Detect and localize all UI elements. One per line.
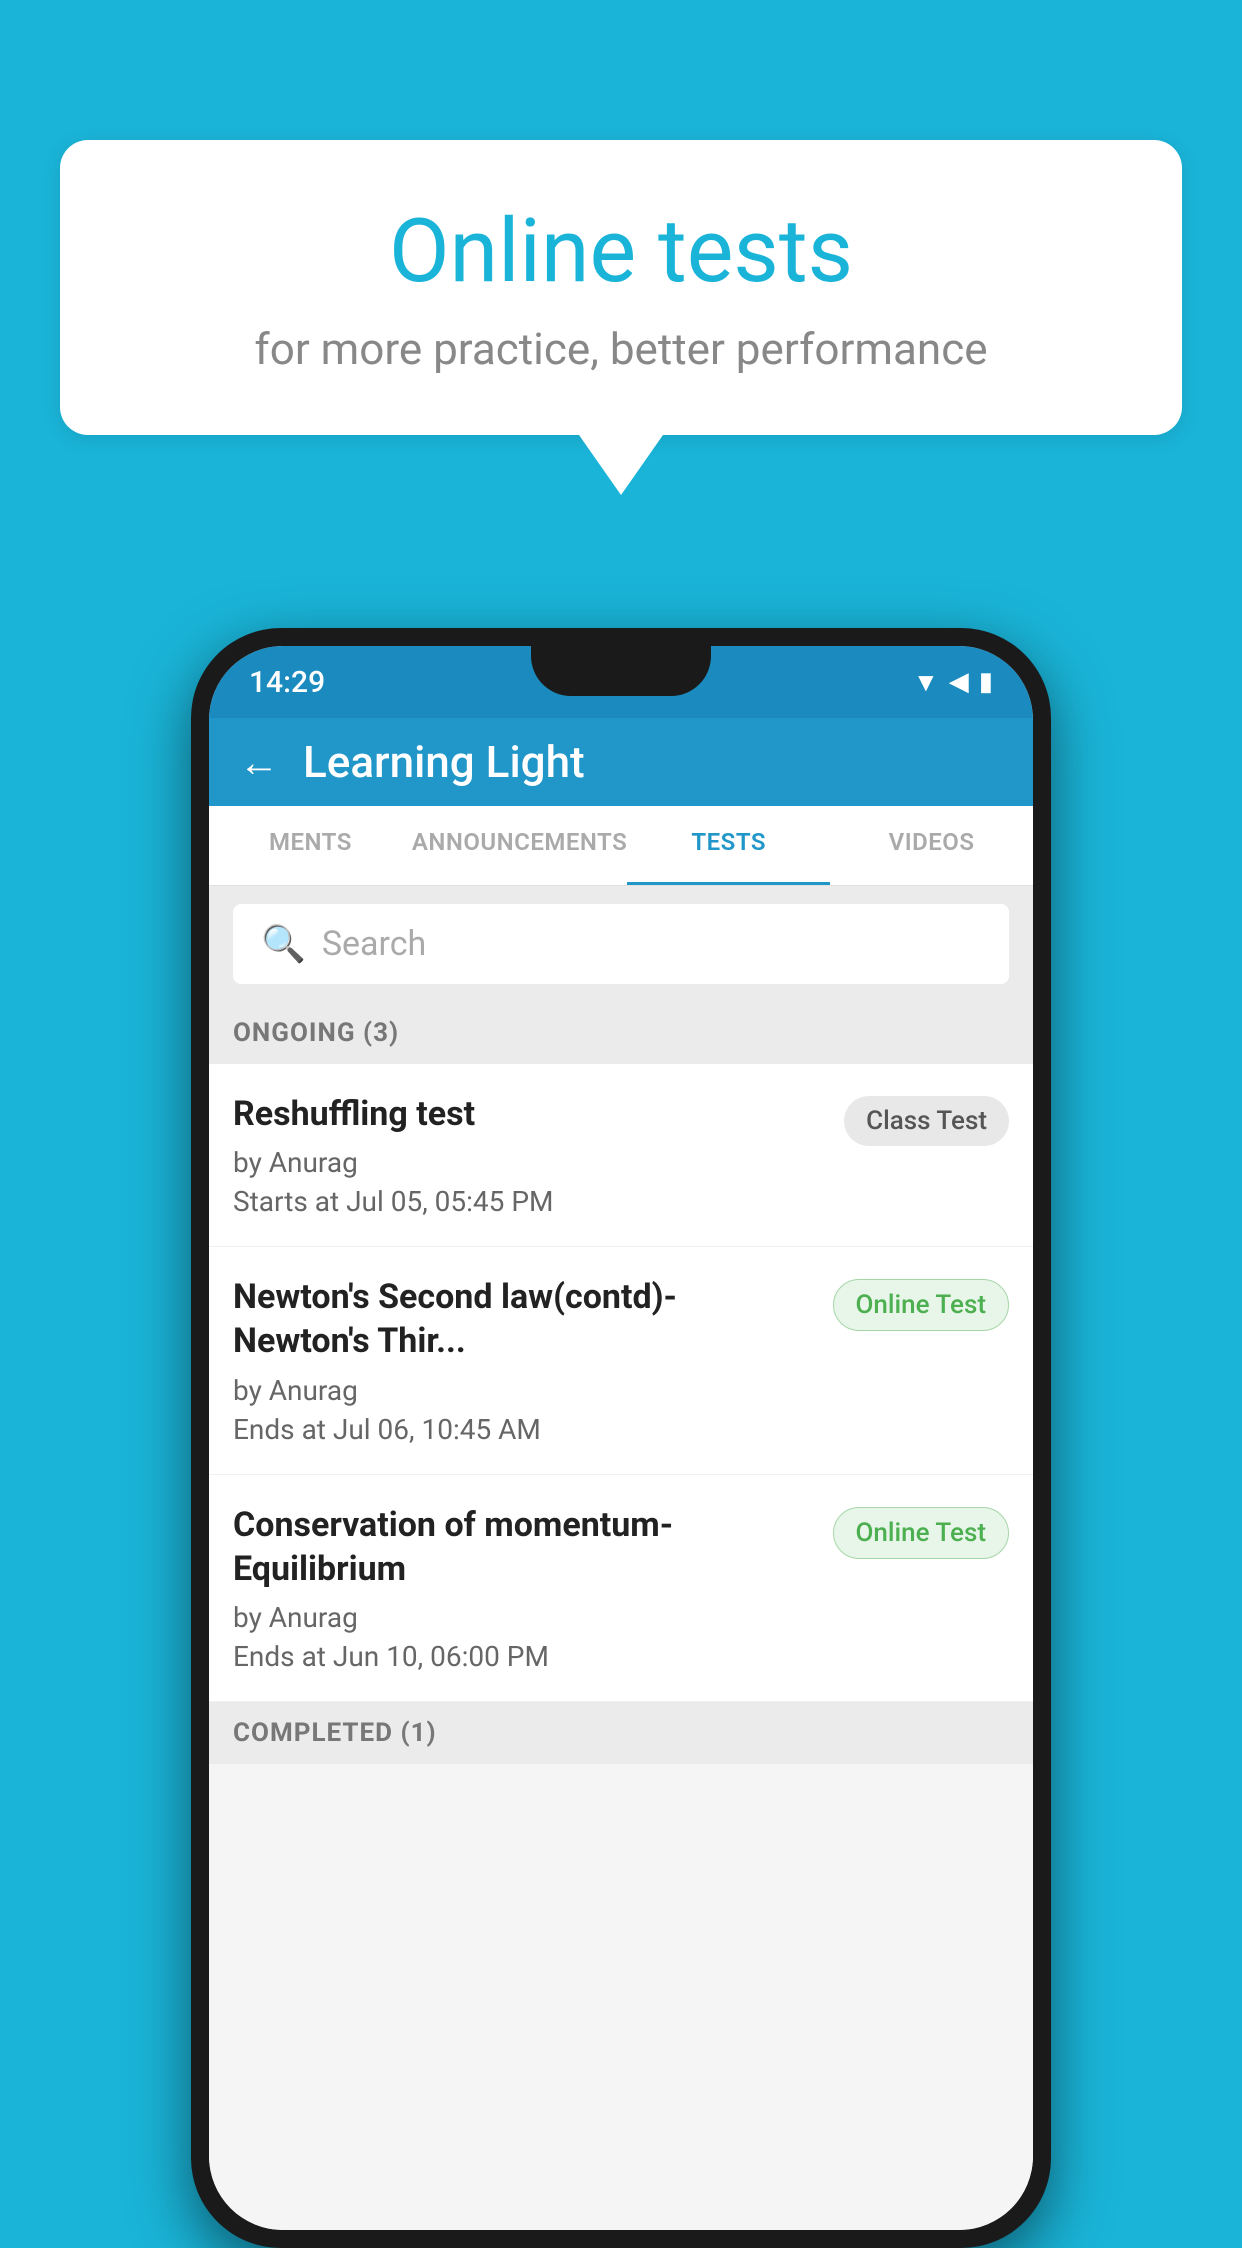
test-name-reshuffling: Reshuffling test: [233, 1092, 824, 1136]
search-icon: 🔍: [261, 923, 306, 965]
speech-bubble-title: Online tests: [140, 200, 1102, 303]
ongoing-section-header: ONGOING (3): [209, 1002, 1033, 1064]
test-info-newtons: Newton's Second law(contd)-Newton's Thir…: [233, 1275, 813, 1445]
app-header: ← Learning Light: [209, 718, 1033, 806]
completed-section-header: COMPLETED (1): [209, 1702, 1033, 1764]
test-date-reshuffling: Starts at Jul 05, 05:45 PM: [233, 1185, 824, 1218]
app-title: Learning Light: [303, 736, 585, 788]
test-info-conservation: Conservation of momentum-Equilibrium by …: [233, 1503, 813, 1673]
speech-bubble-subtitle: for more practice, better performance: [140, 323, 1102, 375]
status-icons: ▼ ◀ ▮: [913, 667, 993, 698]
test-badge-newtons: Online Test: [833, 1279, 1010, 1331]
test-date-conservation: Ends at Jun 10, 06:00 PM: [233, 1640, 813, 1673]
speech-bubble-section: Online tests for more practice, better p…: [60, 140, 1182, 495]
test-name-newtons: Newton's Second law(contd)-Newton's Thir…: [233, 1275, 813, 1363]
wifi-icon: ▼: [913, 667, 939, 698]
tabs-bar: MENTS ANNOUNCEMENTS TESTS VIDEOS: [209, 806, 1033, 886]
test-info-reshuffling: Reshuffling test by Anurag Starts at Jul…: [233, 1092, 824, 1218]
phone-screen: 14:29 ▼ ◀ ▮ ← Learning Light MENTS ANNOU…: [209, 646, 1033, 2230]
test-item-newtons[interactable]: Newton's Second law(contd)-Newton's Thir…: [209, 1247, 1033, 1474]
test-item-reshuffling[interactable]: Reshuffling test by Anurag Starts at Jul…: [209, 1064, 1033, 1247]
speech-bubble-arrow: [579, 435, 663, 495]
test-by-conservation: by Anurag: [233, 1601, 813, 1634]
test-item-conservation[interactable]: Conservation of momentum-Equilibrium by …: [209, 1475, 1033, 1702]
tab-announcements[interactable]: ANNOUNCEMENTS: [412, 806, 627, 885]
tab-videos[interactable]: VIDEOS: [830, 806, 1033, 885]
test-name-conservation: Conservation of momentum-Equilibrium: [233, 1503, 813, 1591]
search-container: 🔍 Search: [209, 886, 1033, 1002]
tab-ments[interactable]: MENTS: [209, 806, 412, 885]
status-bar: 14:29 ▼ ◀ ▮: [209, 646, 1033, 718]
search-placeholder: Search: [322, 924, 426, 964]
screen-content: 🔍 Search ONGOING (3) Reshuffling test by…: [209, 886, 1033, 2230]
test-badge-conservation: Online Test: [833, 1507, 1010, 1559]
status-time: 14:29: [249, 665, 325, 700]
test-by-reshuffling: by Anurag: [233, 1146, 824, 1179]
signal-icon: ◀: [949, 667, 969, 697]
back-button[interactable]: ←: [239, 739, 279, 786]
phone-frame: 14:29 ▼ ◀ ▮ ← Learning Light MENTS ANNOU…: [191, 628, 1051, 2248]
test-badge-reshuffling: Class Test: [844, 1096, 1009, 1146]
test-by-newtons: by Anurag: [233, 1374, 813, 1407]
phone-notch: [531, 646, 711, 696]
test-date-newtons: Ends at Jul 06, 10:45 AM: [233, 1413, 813, 1446]
tab-tests[interactable]: TESTS: [627, 806, 830, 885]
speech-bubble: Online tests for more practice, better p…: [60, 140, 1182, 435]
battery-icon: ▮: [979, 667, 993, 697]
phone-container: 14:29 ▼ ◀ ▮ ← Learning Light MENTS ANNOU…: [191, 628, 1051, 2248]
search-bar[interactable]: 🔍 Search: [233, 904, 1009, 984]
